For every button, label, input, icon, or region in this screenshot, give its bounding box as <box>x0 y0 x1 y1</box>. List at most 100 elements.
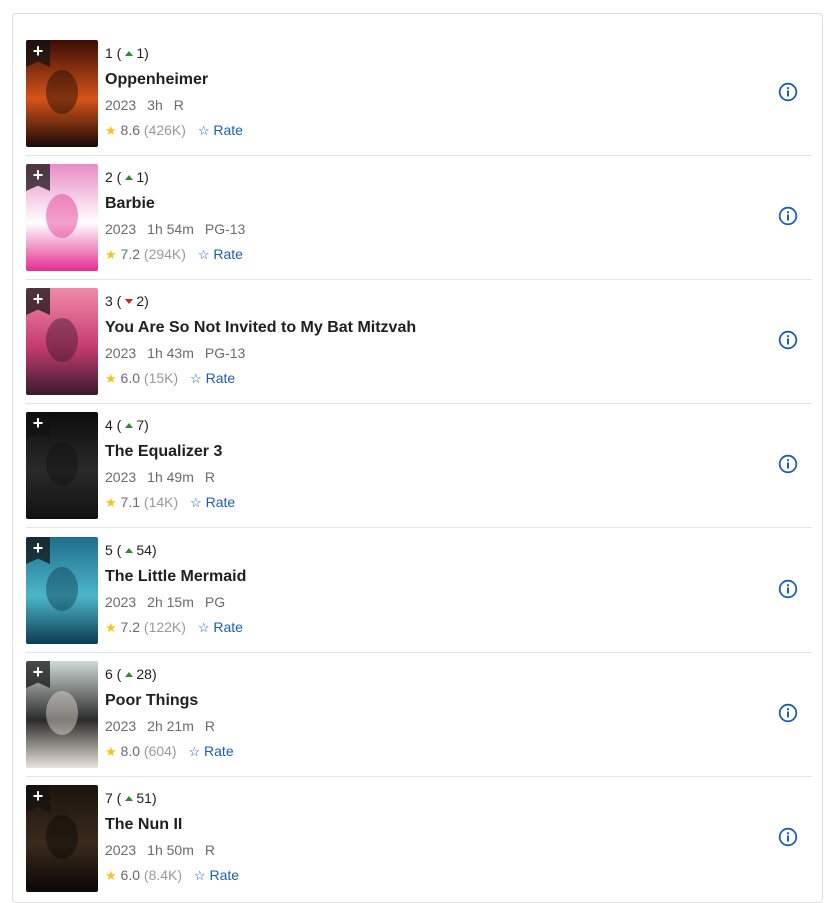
movie-year: 2023 <box>105 842 137 858</box>
movie-metadata: 2023 1h 50m R <box>105 842 226 858</box>
movie-poster[interactable]: + <box>26 785 98 892</box>
movie-length: 2h 15m <box>147 594 194 610</box>
star-outline-icon: ☆ <box>197 123 210 138</box>
plus-icon: + <box>32 41 44 61</box>
vote-count: (294K) <box>143 246 186 262</box>
movie-poster[interactable]: + <box>26 164 98 271</box>
plus-icon: + <box>32 662 44 682</box>
rate-label: Rate <box>213 246 243 262</box>
movie-title[interactable]: Oppenheimer <box>105 71 208 89</box>
vote-count: (8.4K) <box>143 867 183 883</box>
movie-metadata: 2023 1h 43m PG-13 <box>105 345 256 361</box>
movie-certificate: R <box>173 97 184 113</box>
rank-change: 7 <box>136 417 145 433</box>
movie-poster[interactable]: + <box>26 661 98 768</box>
movie-year: 2023 <box>105 469 137 485</box>
rate-button[interactable]: ☆ Rate <box>188 743 233 759</box>
rank-down-icon <box>125 299 134 305</box>
movie-row: + 2 (1) Barbie 2023 1h 54m PG-13 ★ 7.2 (29… <box>26 156 812 280</box>
movie-row: + 5 (54) The Little Mermaid 2023 2h 15m PG… <box>26 529 812 653</box>
rating-line: ★ 7.2 (294K) ☆ Rate <box>105 246 243 263</box>
star-outline-icon: ☆ <box>190 371 202 386</box>
rank-number: 1 <box>105 45 113 61</box>
vote-count: (426K) <box>143 122 186 138</box>
rank-number: 3 <box>105 293 113 309</box>
movie-title[interactable]: Barbie <box>105 195 155 213</box>
star-icon: ★ <box>105 620 117 635</box>
info-icon[interactable] <box>778 579 798 599</box>
rank-number: 2 <box>105 169 113 185</box>
rank-line: 3 (2) <box>105 293 149 309</box>
info-icon[interactable] <box>778 827 798 847</box>
rank-up-icon <box>125 422 134 428</box>
rank-number: 7 <box>105 790 113 806</box>
movie-certificate: PG-13 <box>204 221 246 237</box>
movie-poster[interactable]: + <box>26 40 98 147</box>
rank-line: 2 (1) <box>105 169 149 185</box>
movie-title[interactable]: The Nun II <box>105 816 182 834</box>
star-icon: ★ <box>105 744 117 759</box>
info-icon[interactable] <box>778 82 798 102</box>
movie-poster[interactable]: + <box>26 288 98 395</box>
imdb-rating: 8.0 <box>120 743 141 759</box>
movie-row: + 3 (2) You Are So Not Invited to My Bat… <box>26 280 812 404</box>
movie-metadata: 2023 2h 15m PG <box>105 594 236 610</box>
rate-button[interactable]: ☆ Rate <box>198 246 243 262</box>
movie-certificate: R <box>204 469 215 485</box>
info-icon[interactable] <box>778 454 798 474</box>
star-icon: ★ <box>105 247 117 262</box>
chart-list: + 1 (1) Oppenheimer 2023 3h R ★ 8.6 (426K)… <box>12 13 823 903</box>
rate-button[interactable]: ☆ Rate <box>198 122 243 138</box>
info-icon[interactable] <box>778 330 798 350</box>
rating-line: ★ 7.2 (122K) ☆ Rate <box>105 619 243 636</box>
rank-change: 1 <box>136 45 145 61</box>
rate-label: Rate <box>205 494 236 510</box>
movie-length: 3h <box>147 97 163 113</box>
imdb-rating: 7.2 <box>120 619 141 635</box>
rate-label: Rate <box>204 743 234 759</box>
rate-label: Rate <box>213 619 243 635</box>
rate-button[interactable]: ☆ Rate <box>190 494 235 510</box>
star-outline-icon: ☆ <box>190 495 202 510</box>
rating-line: ★ 8.6 (426K) ☆ Rate <box>105 122 243 139</box>
rank-number: 5 <box>105 542 113 558</box>
movie-row: + 1 (1) Oppenheimer 2023 3h R ★ 8.6 (426K)… <box>26 32 812 156</box>
plus-icon: + <box>32 786 44 806</box>
info-icon[interactable] <box>778 206 798 226</box>
movie-title[interactable]: The Equalizer 3 <box>105 443 222 461</box>
rate-button[interactable]: ☆ Rate <box>194 867 239 883</box>
vote-count: (604) <box>143 743 177 759</box>
plus-icon: + <box>32 165 44 185</box>
star-icon: ★ <box>105 371 117 386</box>
info-icon[interactable] <box>778 703 798 723</box>
movie-title[interactable]: You Are So Not Invited to My Bat Mitzvah <box>105 319 416 337</box>
movie-poster[interactable]: + <box>26 412 98 519</box>
rank-line: 5 (54) <box>105 542 157 558</box>
movie-certificate: R <box>204 842 215 858</box>
star-outline-icon: ☆ <box>193 868 206 883</box>
star-outline-icon: ☆ <box>197 620 210 635</box>
movie-length: 1h 50m <box>147 842 194 858</box>
movie-title[interactable]: Poor Things <box>105 692 198 710</box>
movie-row: + 4 (7) The Equalizer 3 2023 1h 49m R ★ 7.… <box>26 404 812 528</box>
movie-certificate: R <box>204 718 215 734</box>
movie-year: 2023 <box>105 345 137 361</box>
plus-icon: + <box>32 289 44 309</box>
movie-row: + 6 (28) Poor Things 2023 2h 21m R ★ 8.0 (… <box>26 653 812 777</box>
movie-row: + 7 (51) The Nun II 2023 1h 50m R ★ 6.0 (8… <box>26 777 812 901</box>
movie-metadata: 2023 2h 21m R <box>105 718 226 734</box>
star-icon: ★ <box>105 123 117 138</box>
movie-length: 1h 54m <box>147 221 194 237</box>
rating-line: ★ 6.0 (15K) ☆ Rate <box>105 370 235 387</box>
movie-length: 1h 49m <box>147 469 194 485</box>
movie-year: 2023 <box>105 594 137 610</box>
movie-title[interactable]: The Little Mermaid <box>105 568 246 586</box>
movie-year: 2023 <box>105 221 137 237</box>
rank-line: 1 (1) <box>105 45 149 61</box>
movie-poster[interactable]: + <box>26 537 98 644</box>
rate-button[interactable]: ☆ Rate <box>198 619 243 635</box>
rank-change: 54 <box>136 542 152 558</box>
rank-change: 28 <box>136 666 152 682</box>
rate-button[interactable]: ☆ Rate <box>190 370 235 386</box>
rate-label: Rate <box>209 867 240 883</box>
